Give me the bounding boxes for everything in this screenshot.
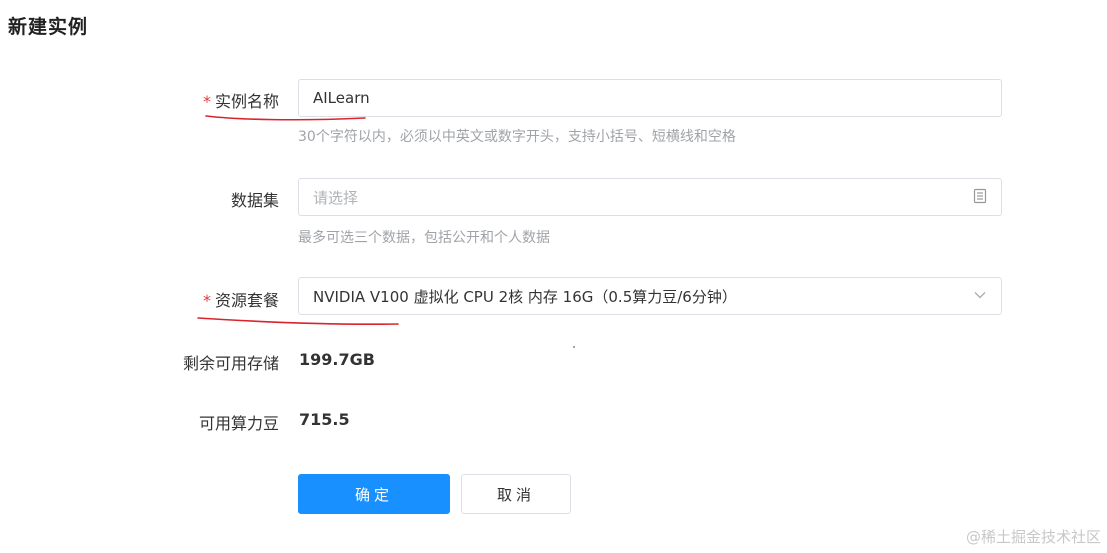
annotation-underline-resource bbox=[197, 317, 399, 325]
stray-dot bbox=[573, 346, 575, 348]
annotation-underlines bbox=[197, 115, 575, 348]
annotation-underline-name bbox=[205, 115, 366, 121]
watermark: @稀土掘金技术社区 bbox=[965, 528, 1101, 546]
